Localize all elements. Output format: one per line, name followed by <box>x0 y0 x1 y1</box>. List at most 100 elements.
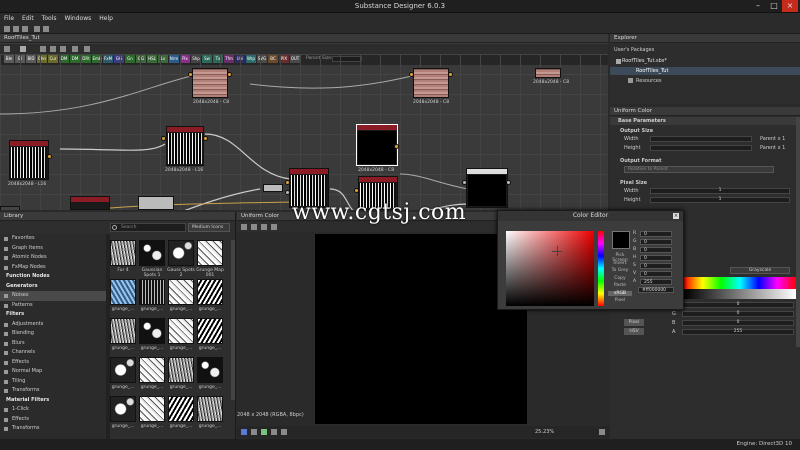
uniform-color-node[interactable] <box>356 124 398 166</box>
library-tree-item[interactable]: Effects <box>0 415 106 425</box>
2d-viewport[interactable] <box>315 234 527 424</box>
g-slider[interactable]: 0 <box>682 311 794 317</box>
width-slider[interactable] <box>650 136 752 142</box>
explorer-tab[interactable]: Explorer <box>610 34 800 43</box>
library-tree-item[interactable]: Tiling <box>0 377 106 387</box>
library-tree-item[interactable]: Effects <box>0 358 106 368</box>
grayscale-button[interactable]: Grayscale <box>730 267 790 274</box>
info-icon[interactable] <box>271 429 277 435</box>
color-channel-field[interactable]: 0 <box>640 271 672 277</box>
library-tab[interactable]: Library <box>0 212 235 221</box>
rgb-icon[interactable] <box>261 429 267 435</box>
graph-canvas[interactable]: 2048x2048 - C8 2048x2048 - C8 2048x2048 … <box>0 54 608 210</box>
directional-scratches-node[interactable] <box>9 140 49 180</box>
properties-scrollbar[interactable] <box>796 117 800 347</box>
fit-icon[interactable] <box>281 429 287 435</box>
dot-node[interactable] <box>263 184 283 192</box>
library-tree-item[interactable]: Blending <box>0 329 106 339</box>
r-slider[interactable]: 0 <box>682 302 794 308</box>
library-thumbnail[interactable] <box>110 318 136 344</box>
px-width-slider[interactable]: 1 <box>650 188 790 194</box>
maximize-button[interactable]: □ <box>766 0 782 12</box>
library-thumbnail[interactable] <box>168 396 194 422</box>
menu-file[interactable]: File <box>0 13 18 24</box>
node-output-pin[interactable] <box>394 144 399 149</box>
save-icon[interactable] <box>22 26 28 32</box>
library-tree-item[interactable]: Transforms <box>0 386 106 396</box>
properties-tab[interactable]: Uniform Color <box>610 107 800 116</box>
library-thumbnail[interactable] <box>197 240 223 266</box>
px-height-slider[interactable]: 1 <box>650 197 790 203</box>
library-thumbnail[interactable] <box>139 240 165 266</box>
tile-icon[interactable] <box>261 224 267 230</box>
library-tree-item[interactable]: Function Nodes <box>0 272 106 282</box>
color-mode-icon[interactable] <box>241 429 247 435</box>
alpha-icon[interactable] <box>251 429 257 435</box>
color-channel-field[interactable]: 0 <box>640 239 672 245</box>
library-tree-item[interactable]: FxMap Nodes <box>0 263 106 273</box>
explorer-package[interactable]: RoofTiles_Tut.sbs* <box>622 58 667 64</box>
histogram-icon[interactable] <box>271 224 277 230</box>
view-icon[interactable] <box>241 224 247 230</box>
library-tree-item[interactable]: Generators <box>0 282 106 292</box>
graph-node[interactable] <box>535 68 561 78</box>
channels-icon[interactable] <box>251 224 257 230</box>
undo-icon[interactable] <box>34 26 40 32</box>
library-thumbnail[interactable] <box>110 240 136 266</box>
node-input-pin[interactable] <box>462 180 467 185</box>
library-search-input[interactable]: Search <box>110 223 186 232</box>
output-node[interactable] <box>466 168 508 208</box>
graph-node[interactable] <box>0 206 20 210</box>
library-tree-item[interactable]: Noises <box>0 291 106 301</box>
node-input-pin[interactable] <box>409 72 414 77</box>
library-tree-item[interactable]: Favorites <box>0 234 106 244</box>
node-output-pin[interactable] <box>47 154 52 159</box>
graph-node[interactable] <box>70 196 110 210</box>
node-output-pin[interactable] <box>203 136 208 141</box>
graph-node[interactable] <box>138 196 174 210</box>
graph-tab[interactable]: RoofTiles_Tut <box>0 34 608 43</box>
grid-icon[interactable] <box>4 46 10 52</box>
color-editor-button[interactable]: Copy <box>608 276 632 281</box>
frame-icon[interactable] <box>40 46 46 52</box>
value-strip[interactable] <box>684 289 796 299</box>
pixel-mode-button[interactable]: Pixel <box>624 319 644 326</box>
open-icon[interactable] <box>13 26 19 32</box>
library-tree-item[interactable]: Adjustments <box>0 320 106 330</box>
menu-windows[interactable]: Windows <box>60 13 95 24</box>
output-format-select[interactable]: Relative to Parent <box>624 166 774 173</box>
hex-field[interactable]: #ff000000 <box>638 287 674 293</box>
redo-icon[interactable] <box>43 26 49 32</box>
zoom-level[interactable]: 25.23% <box>535 429 554 435</box>
library-tree-item[interactable]: Graph Items <box>0 244 106 254</box>
pointer-icon[interactable] <box>20 46 26 52</box>
color-channel-field[interactable]: 0 <box>640 231 672 237</box>
menu-edit[interactable]: Edit <box>18 13 38 24</box>
add-node-icon[interactable] <box>84 46 90 52</box>
hsv-mode-button[interactable]: HSV <box>624 328 644 335</box>
library-thumbnail[interactable] <box>168 279 194 305</box>
close-button[interactable]: × <box>782 0 798 12</box>
menu-help[interactable]: Help <box>95 13 117 24</box>
library-thumbnail[interactable] <box>110 357 136 383</box>
library-tree-item[interactable]: Blurs <box>0 339 106 349</box>
close-icon[interactable]: × <box>673 213 679 219</box>
node-input-pin[interactable] <box>354 188 359 193</box>
color-editor-button[interactable]: sRGB <box>608 290 632 296</box>
color-channel-field[interactable]: 0 <box>640 247 672 253</box>
color-channel-field[interactable]: 0 <box>640 255 672 261</box>
library-tree-item[interactable]: Transforms <box>0 424 106 434</box>
library-tree-item[interactable]: Channels <box>0 348 106 358</box>
height-slider[interactable] <box>650 145 752 151</box>
graph-node[interactable] <box>413 68 449 98</box>
hue-strip[interactable] <box>684 277 796 289</box>
color-editor-button[interactable]: To Grey <box>608 268 632 273</box>
library-thumbnail[interactable] <box>139 357 165 383</box>
library-thumbnail[interactable] <box>168 318 194 344</box>
library-tree-item[interactable]: Filters <box>0 310 106 320</box>
library-thumbnail[interactable] <box>197 279 223 305</box>
color-channel-field[interactable]: 255 <box>640 279 672 285</box>
hue-slider[interactable] <box>598 231 604 306</box>
node-output-pin[interactable] <box>227 72 232 77</box>
view-mode-select[interactable]: Medium Icons <box>188 223 230 232</box>
